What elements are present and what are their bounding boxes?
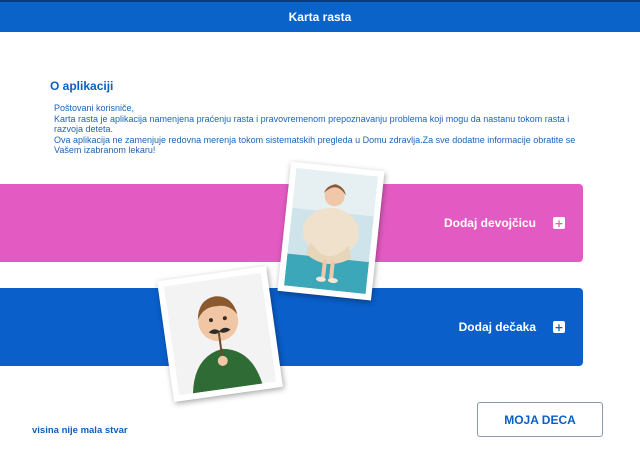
- boy-photo-image: [163, 272, 277, 396]
- plus-icon: +: [553, 320, 565, 334]
- girl-photo-image: [284, 168, 378, 294]
- add-boy-label: Dodaj dečaka: [458, 320, 536, 334]
- boy-photo: [157, 265, 283, 403]
- about-paragraph-1: Karta rasta je aplikacija namenjena prać…: [54, 113, 570, 135]
- about-text: Poštovani korisniče, Karta rasta je apli…: [54, 103, 594, 156]
- app-header: Karta rasta: [0, 0, 640, 32]
- about-title: O aplikaciji: [50, 79, 114, 93]
- add-boy-button[interactable]: Dodaj dečaka +: [0, 288, 583, 366]
- plus-icon: +: [553, 216, 565, 230]
- about-paragraph-2: Ova aplikacija ne zamenjuje redovna mere…: [54, 134, 576, 156]
- app-title: Karta rasta: [288, 10, 352, 24]
- slogan: visina nije mala stvar: [32, 425, 128, 436]
- add-girl-label: Dodaj devojčicu: [443, 216, 536, 230]
- girl-photo: [277, 161, 385, 301]
- my-kids-button[interactable]: MOJA DECA: [477, 402, 603, 437]
- about-greeting: Poštovani korisniče,: [54, 103, 135, 113]
